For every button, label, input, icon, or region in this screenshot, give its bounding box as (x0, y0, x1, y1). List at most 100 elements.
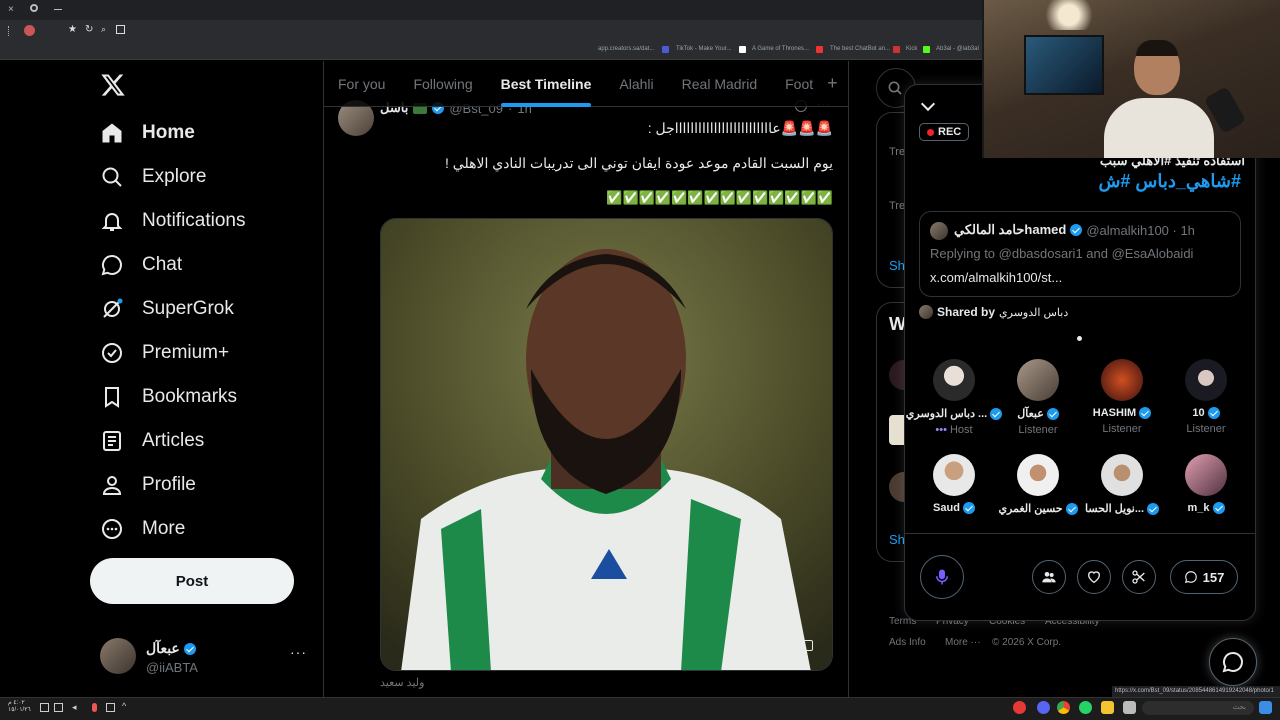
avatar (1101, 454, 1143, 496)
quoted-handle: @almalkih100 · 1h (1086, 222, 1195, 238)
volume-icon[interactable]: ◂ (72, 702, 77, 713)
windows-start-icon[interactable] (1259, 701, 1272, 714)
divider (905, 533, 1255, 534)
avatar (1185, 359, 1227, 401)
reload-icon[interactable]: ↻ (85, 24, 93, 35)
participant-name: m_k (1187, 502, 1210, 514)
tab-best-timeline[interactable]: Best Timeline (487, 61, 606, 107)
account-switcher[interactable]: عبعآل @iiABTA ··· (100, 638, 310, 678)
taskbar-app-icon[interactable] (1123, 701, 1136, 714)
mic-button[interactable] (920, 555, 964, 599)
tab-for-you[interactable]: For you (324, 61, 399, 107)
tab-real-madrid[interactable]: Real Madrid (668, 61, 771, 107)
nav-chat[interactable]: Chat (100, 243, 182, 287)
participant-listener[interactable]: نويل الحسا... (1080, 454, 1164, 515)
quoted-post-card[interactable]: حامد المالكيhamed @almalkih100 · 1h Repl… (919, 211, 1241, 297)
nav-more[interactable]: More (100, 507, 185, 551)
react-button[interactable] (1077, 560, 1111, 594)
alt-text-icon[interactable] (800, 640, 813, 651)
more-dots-icon[interactable]: ··· (290, 644, 307, 660)
shared-by-name[interactable]: دباس الدوسري (999, 306, 1068, 319)
more-circle-icon (102, 519, 122, 539)
quoted-link[interactable]: x.com/almalkih100/st... (930, 270, 1062, 285)
player-photo-illustration (381, 219, 832, 670)
nav-supergrok[interactable]: SuperGrok (100, 287, 234, 331)
taskbar-clock[interactable]: ٤:٠٢ م ١٥/٠١/٢٦ (8, 700, 31, 714)
participant-role: Listener (1102, 423, 1142, 435)
participant-listener[interactable]: m_k (1164, 454, 1248, 514)
verified-badge-icon (1065, 502, 1078, 515)
avatar (1017, 454, 1059, 496)
taskbar-app-icon[interactable] (1013, 701, 1026, 714)
tab-following[interactable]: Following (399, 61, 486, 107)
heart-plus-icon (1087, 571, 1101, 584)
pinned-hashtags[interactable]: #شاهي_دباس #ش (1015, 171, 1241, 192)
tray-icon[interactable] (40, 703, 49, 712)
nav-notifications[interactable]: Notifications (100, 199, 246, 243)
participant-role: Host (949, 424, 973, 436)
avatar (100, 638, 136, 674)
trend-item[interactable]: Tre (889, 200, 905, 212)
extension-icon[interactable] (116, 25, 125, 34)
nav-bookmarks[interactable]: Bookmarks (100, 375, 237, 419)
trend-item[interactable]: Tre (889, 146, 905, 158)
add-tab-icon[interactable]: + (827, 73, 838, 94)
x-logo-icon[interactable] (100, 72, 126, 98)
footer-link[interactable]: More ··· (945, 637, 981, 648)
participant-host[interactable]: دباس الدوسري ... ••• Host (906, 359, 1003, 436)
menu-icon[interactable] (8, 26, 11, 36)
participant-role: Listener (1186, 423, 1226, 435)
record-dot-icon (927, 128, 934, 136)
timeline-tabs: For you Following Best Timeline Alahli R… (324, 61, 848, 107)
participant-listener[interactable]: عبعآل Listener (996, 359, 1080, 436)
taskbar-search[interactable]: بحث (1142, 701, 1254, 715)
mic-tray-icon[interactable] (92, 703, 97, 712)
participant-listener[interactable]: حسين الغمري (996, 454, 1080, 515)
tray-icon[interactable] (106, 703, 115, 712)
participants-button[interactable] (1032, 560, 1066, 594)
bookmark-item[interactable]: app.creators.sa/dat... (598, 46, 654, 52)
replies-button[interactable]: 157 (1170, 560, 1238, 594)
star-icon[interactable]: ★ (68, 24, 77, 35)
nav-articles[interactable]: Articles (100, 419, 204, 463)
bookmark-item[interactable]: A Game of Thrones... (752, 46, 809, 52)
profile-icon[interactable] (24, 25, 35, 36)
search-icon[interactable]: ⌕ (101, 24, 106, 35)
participant-listener[interactable]: 10 Listener (1164, 359, 1248, 435)
tweet-photo[interactable] (380, 218, 833, 671)
chevron-down-icon[interactable] (920, 96, 936, 112)
minimize-icon[interactable] (54, 9, 62, 10)
settings-icon[interactable] (30, 4, 38, 12)
nav-label: Notifications (142, 210, 246, 231)
bookmark-favicon-icon (893, 46, 900, 53)
nav-profile[interactable]: Profile (100, 463, 196, 507)
whatsapp-icon[interactable] (1079, 701, 1092, 714)
nav-premium[interactable]: Premium+ (100, 331, 229, 375)
participant-role: Listener (1018, 424, 1058, 436)
tray-icon[interactable] (54, 703, 63, 712)
chrome-icon[interactable] (1057, 701, 1070, 714)
search-icon (102, 167, 122, 187)
bookmark-item[interactable]: TikTok - Make Your... (676, 46, 731, 52)
bookmark-item[interactable]: Ab3al - @iab3al (936, 46, 979, 52)
tab-foot[interactable]: Foot (771, 61, 827, 107)
bookmark-item[interactable]: Kick (906, 46, 917, 52)
file-explorer-icon[interactable] (1101, 701, 1114, 714)
close-window-icon[interactable]: × (8, 4, 14, 15)
chevron-up-icon[interactable]: ^ (122, 701, 126, 711)
nav-home[interactable]: Home (100, 111, 195, 155)
participant-listener[interactable]: HASHIM Listener (1080, 359, 1164, 435)
bookmark-item[interactable]: The best ChatBot an... (830, 46, 890, 52)
tab-alahli[interactable]: Alahli (605, 61, 667, 107)
participant-listener[interactable]: Saud (912, 454, 996, 514)
carousel-dot (1077, 336, 1082, 341)
post-button[interactable]: Post (90, 558, 294, 604)
show-more-link[interactable]: Sh (889, 532, 905, 547)
discord-icon[interactable] (1037, 701, 1050, 714)
show-more-link[interactable]: Sh (889, 258, 905, 273)
shared-by-label: Shared by (937, 305, 996, 319)
clip-button[interactable] (1122, 560, 1156, 594)
footer-link[interactable]: Ads Info (889, 637, 926, 648)
chat-fab-button[interactable] (1209, 638, 1257, 686)
nav-explore[interactable]: Explore (100, 155, 206, 199)
